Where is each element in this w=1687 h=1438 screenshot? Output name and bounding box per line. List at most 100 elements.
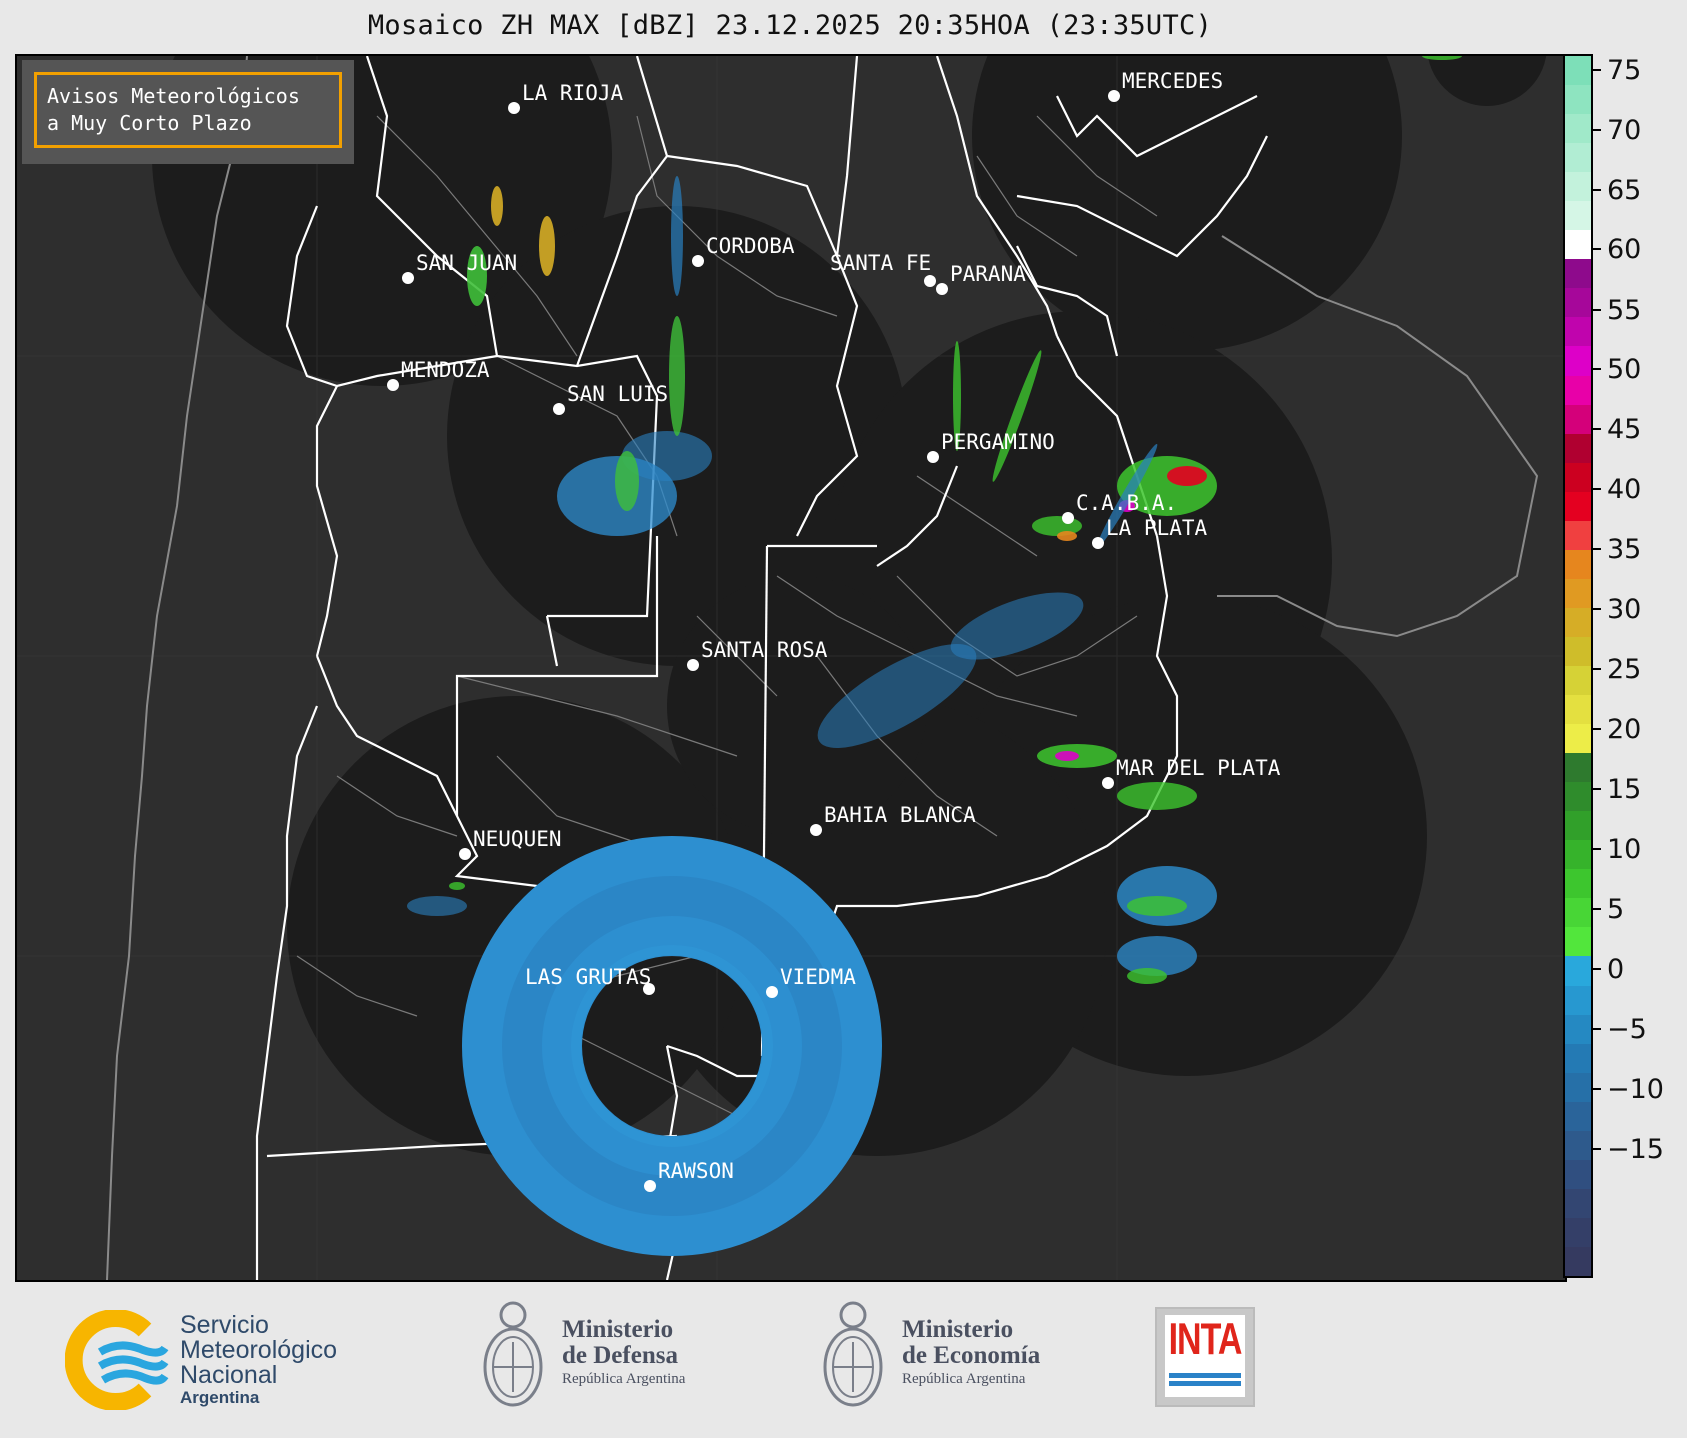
smn-line-4: Argentina	[180, 1388, 260, 1407]
city-dot	[1092, 537, 1104, 549]
colorbar-tick-label: 10	[1607, 834, 1642, 865]
economia-line-3: República Argentina	[902, 1371, 1026, 1387]
radar-map[interactable]: LA RIOJA MERCEDES CORDOBA SAN JUAN SANTA FE P…	[15, 54, 1567, 1282]
colorbar-tick-label: 70	[1607, 115, 1642, 146]
colorbar-tick-label: 40	[1607, 474, 1642, 505]
colorbar-segment	[1565, 85, 1591, 115]
city-label: SAN LUIS	[567, 382, 668, 406]
colorbar-segment	[1565, 636, 1591, 666]
notice-line-1: Avisos Meteorológicos	[47, 84, 300, 108]
colorbar-tick-label: −5	[1607, 1014, 1647, 1045]
notice-line-2: a Muy Corto Plazo	[47, 111, 252, 135]
colorbar-tick-label: 65	[1607, 175, 1642, 206]
colorbar-segment	[1565, 1130, 1591, 1160]
city-dot	[644, 1180, 656, 1192]
colorbar-tick-label: 5	[1607, 894, 1625, 925]
colorbar-segment	[1565, 491, 1591, 521]
city-label: LA PLATA	[1106, 516, 1208, 540]
city-dot	[936, 283, 948, 295]
city-label: LA RIOJA	[522, 81, 624, 105]
map-title: Mosaico ZH MAX [dBZ] 23.12.2025 20:35HOA…	[367, 10, 1213, 41]
national-seal-icon	[823, 1301, 883, 1407]
city-dot	[553, 403, 565, 415]
colorbar-tick-label: 75	[1607, 55, 1642, 86]
city-label: MERCEDES	[1122, 69, 1223, 93]
colorbar-tick-label: 0	[1607, 954, 1625, 985]
colorbar-segment	[1565, 1188, 1591, 1218]
defensa-line-2: de Defensa	[562, 1342, 678, 1369]
colorbar-segment	[1565, 724, 1591, 754]
colorbar-tick-label: 20	[1607, 714, 1642, 745]
city-dot	[508, 102, 520, 114]
defensa-logo[interactable]: Ministerio de Defensa República Argentin…	[478, 1297, 738, 1422]
city-dot	[459, 848, 471, 860]
city-label: PERGAMINO	[941, 430, 1055, 454]
smn-line-1: Servicio	[180, 1311, 269, 1339]
colorbar-tick-label: 60	[1607, 234, 1642, 265]
colorbar-segment	[1565, 346, 1591, 376]
colorbar-segment	[1565, 1159, 1591, 1189]
colorbar-segment	[1565, 1217, 1591, 1247]
colorbar	[1563, 54, 1593, 1278]
colorbar-segment	[1565, 1101, 1591, 1131]
smn-line-2: Meteorológico	[180, 1336, 338, 1364]
colorbar-segment	[1565, 578, 1591, 608]
colorbar-segment	[1565, 840, 1591, 870]
city-marker[interactable]: PARANA	[936, 262, 1026, 295]
colorbar-segment	[1565, 927, 1591, 957]
colorbar-segment	[1565, 898, 1591, 928]
colorbar-tick-label: 45	[1607, 414, 1642, 445]
colorbar-tick-label: 35	[1607, 534, 1642, 565]
notice-box[interactable]: Avisos Meteorológicos a Muy Corto Plazo	[34, 72, 342, 148]
city-label: VIEDMA	[780, 965, 856, 989]
city-dot	[387, 379, 399, 391]
city-dot	[687, 659, 699, 671]
colorbar-segment	[1565, 753, 1591, 783]
footer-logos: Servicio Meteorológico Nacional Argentin…	[0, 1285, 1687, 1438]
notice-panel[interactable]: Avisos Meteorológicos a Muy Corto Plazo	[22, 60, 354, 164]
colorbar-tick-label: −10	[1607, 1074, 1664, 1105]
colorbar-segment	[1565, 317, 1591, 347]
city-label: NEUQUEN	[473, 827, 562, 851]
city-label: PARANA	[950, 262, 1026, 286]
colorbar-tick-label: −15	[1607, 1134, 1664, 1165]
city-dot	[927, 451, 939, 463]
city-label: LAS GRUTAS	[525, 965, 651, 989]
city-dot	[1062, 512, 1074, 524]
city-dot	[402, 272, 414, 284]
colorbar-segment	[1565, 230, 1591, 260]
defensa-line-1: Ministerio	[562, 1316, 674, 1343]
city-label: MENDOZA	[401, 358, 490, 382]
city-dot	[810, 824, 822, 836]
economia-logo[interactable]: Ministerio de Economía República Argenti…	[818, 1297, 1078, 1422]
city-label: CORDOBA	[706, 234, 795, 258]
colorbar-tick-label: 25	[1607, 654, 1642, 685]
city-label: SANTA ROSA	[701, 638, 828, 662]
city-dot	[924, 275, 936, 287]
colorbar-segment	[1565, 201, 1591, 231]
colorbar-segment	[1565, 1072, 1591, 1102]
colorbar-segment	[1565, 985, 1591, 1015]
smn-emblem-icon	[65, 1310, 169, 1410]
city-label: BAHIA BLANCA	[824, 803, 976, 827]
colorbar-segment	[1565, 1246, 1591, 1276]
city-dot	[766, 986, 778, 998]
colorbar-segment	[1565, 665, 1591, 696]
defensa-line-3: República Argentina	[562, 1371, 686, 1387]
economia-line-1: Ministerio	[902, 1316, 1014, 1343]
inta-logo[interactable]: INTA	[1155, 1307, 1255, 1407]
colorbar-segment	[1565, 549, 1591, 579]
colorbar-tick-label: 50	[1607, 354, 1642, 385]
colorbar-segment	[1565, 607, 1591, 637]
colorbar-segment	[1565, 811, 1591, 841]
city-label: SAN JUAN	[416, 251, 517, 275]
colorbar-segment	[1565, 172, 1591, 202]
inta-label: INTA	[1168, 1315, 1243, 1365]
colorbar-segment	[1565, 782, 1591, 812]
smn-logo[interactable]: Servicio Meteorológico Nacional Argentin…	[65, 1305, 395, 1415]
colorbar-segment	[1565, 462, 1591, 492]
city-dot	[1102, 777, 1114, 789]
colorbar-tick-label: 30	[1607, 594, 1642, 625]
city-label: RAWSON	[658, 1159, 734, 1183]
map-canvas: LA RIOJA MERCEDES CORDOBA SAN JUAN SANTA FE P…	[17, 56, 1565, 1280]
